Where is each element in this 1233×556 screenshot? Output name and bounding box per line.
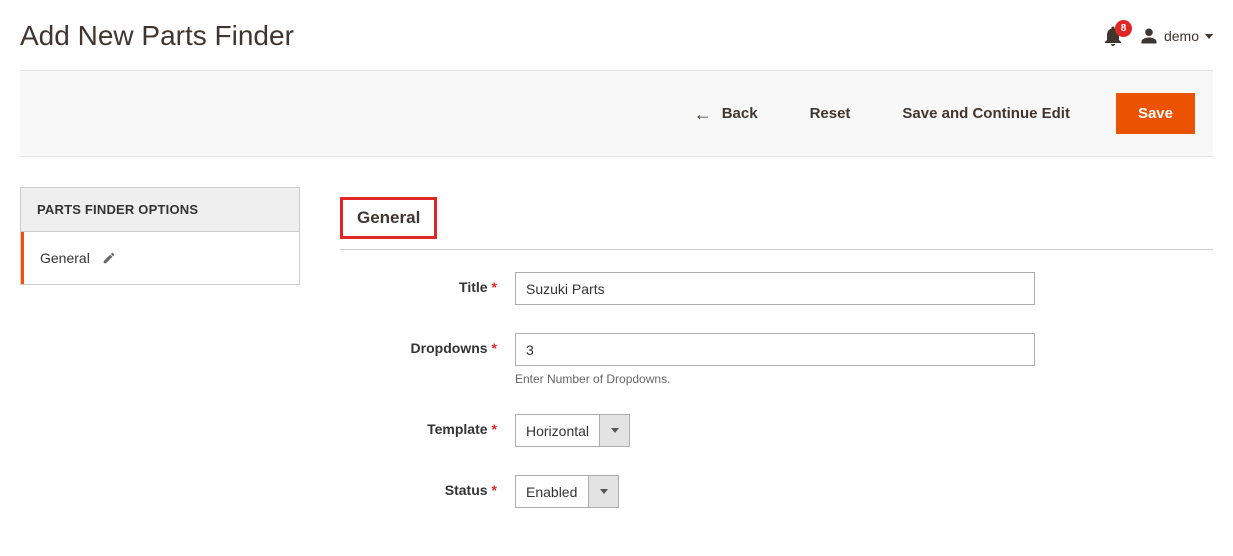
sidebar-header: PARTS FINDER OPTIONS (21, 188, 299, 232)
chevron-down-icon (600, 489, 608, 494)
required-mark: * (492, 279, 497, 295)
notifications-button[interactable]: 8 (1104, 26, 1122, 46)
main-content: General Title* Dropdowns* Enter Number o… (340, 187, 1213, 536)
sidebar-item-general[interactable]: General (21, 232, 299, 284)
pencil-icon (102, 251, 116, 265)
section-title: General (340, 197, 437, 239)
template-value: Horizontal (516, 415, 599, 446)
required-mark: * (492, 340, 497, 356)
status-select[interactable]: Enabled (515, 475, 619, 508)
required-mark: * (492, 421, 497, 437)
back-button[interactable]: ← Back (688, 104, 764, 124)
user-icon (1140, 27, 1158, 45)
status-label: Status (445, 482, 488, 498)
reset-button[interactable]: Reset (804, 104, 857, 123)
dropdowns-input[interactable] (515, 333, 1035, 366)
chevron-down-icon (1205, 34, 1213, 39)
select-toggle (588, 476, 618, 507)
template-label: Template (427, 421, 487, 437)
sidebar-item-label: General (40, 250, 90, 266)
save-continue-label: Save and Continue Edit (902, 105, 1070, 122)
template-select[interactable]: Horizontal (515, 414, 630, 447)
arrow-left-icon: ← (694, 105, 712, 123)
user-name: demo (1164, 28, 1199, 44)
select-toggle (599, 415, 629, 446)
page-title: Add New Parts Finder (20, 20, 1104, 52)
dropdowns-hint: Enter Number of Dropdowns. (515, 372, 1213, 386)
save-label: Save (1138, 105, 1173, 122)
title-label: Title (459, 279, 488, 295)
user-menu[interactable]: demo (1140, 27, 1213, 45)
notification-badge: 8 (1115, 20, 1132, 37)
title-input[interactable] (515, 272, 1035, 305)
action-bar: ← Back Reset Save and Continue Edit Save (20, 70, 1213, 157)
status-value: Enabled (516, 476, 588, 507)
chevron-down-icon (611, 428, 619, 433)
dropdowns-label: Dropdowns (411, 340, 488, 356)
reset-label: Reset (810, 105, 851, 122)
save-button[interactable]: Save (1116, 93, 1195, 134)
back-label: Back (722, 105, 758, 122)
sidebar: PARTS FINDER OPTIONS General (20, 187, 300, 285)
required-mark: * (492, 482, 497, 498)
save-continue-button[interactable]: Save and Continue Edit (896, 104, 1076, 123)
